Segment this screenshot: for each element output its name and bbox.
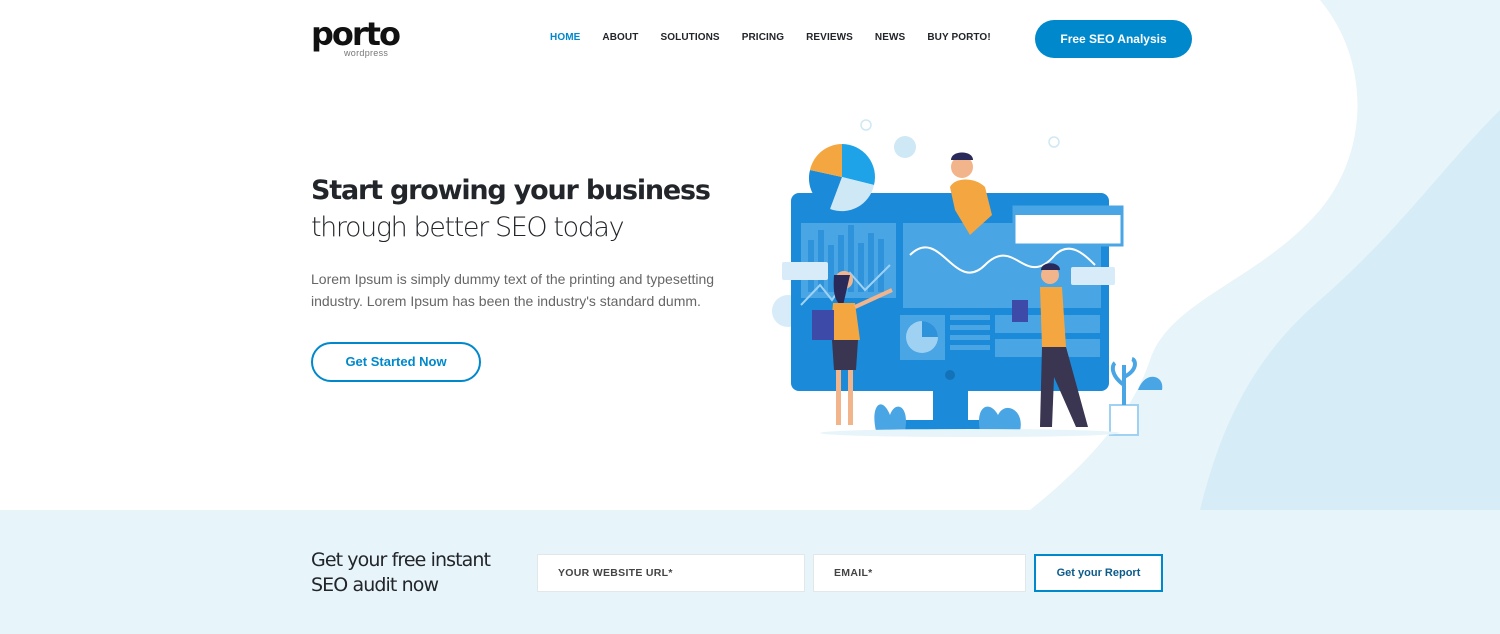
nav-news[interactable]: NEWS (875, 32, 905, 43)
hero-title: Start growing your business (311, 175, 711, 206)
get-report-button[interactable]: Get your Report (1034, 554, 1163, 592)
nav-buy-porto[interactable]: BUY PORTO! (927, 32, 990, 43)
plant-icon (874, 404, 907, 431)
nav-reviews[interactable]: REVIEWS (806, 32, 853, 43)
nav-pricing[interactable]: PRICING (742, 32, 784, 43)
audit-title-line1: Get your free instant (311, 549, 491, 571)
logo-text: porto (311, 15, 401, 53)
nav-solutions[interactable]: SOLUTIONS (660, 32, 719, 43)
bubble-icon (1048, 136, 1060, 148)
nav-about[interactable]: ABOUT (602, 32, 638, 43)
seo-analytics-illustration (772, 119, 1163, 437)
main-nav: HOME ABOUT SOLUTIONS PRICING REVIEWS NEW… (550, 32, 1013, 43)
plant-pot-icon (1109, 404, 1139, 436)
site-header: porto wordpress HOME ABOUT SOLUTIONS PRI… (0, 0, 1500, 78)
audit-title-line2: SEO audit now (311, 574, 439, 596)
audit-title: Get your free instant SEO audit now (311, 548, 491, 598)
website-url-input[interactable]: YOUR WEBSITE URL* (537, 554, 805, 592)
bubble-icon (894, 136, 916, 158)
seo-audit-section: Get your free instant SEO audit now YOUR… (0, 510, 1500, 634)
logo[interactable]: porto wordpress (311, 15, 401, 58)
logo-subtext: wordpress (344, 48, 389, 58)
plant-icon (979, 406, 1021, 431)
hero-description: Lorem Ipsum is simply dummy text of the … (311, 271, 715, 309)
get-started-button[interactable]: Get Started Now (311, 342, 481, 382)
bubble-icon (860, 119, 872, 131)
hero-content: Start growing your business through bett… (311, 172, 751, 382)
email-input[interactable]: EMAIL* (813, 554, 1026, 592)
free-seo-analysis-button[interactable]: Free SEO Analysis (1035, 20, 1192, 58)
nav-home[interactable]: HOME (550, 32, 580, 43)
hero-subtitle: through better SEO today (311, 212, 625, 243)
